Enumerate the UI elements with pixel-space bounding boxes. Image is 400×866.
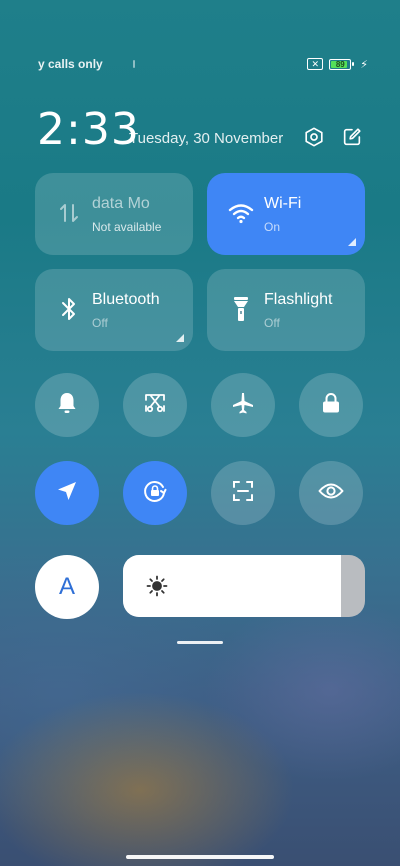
battery-level: 89 <box>335 59 345 69</box>
airplane-icon <box>231 391 255 420</box>
location-arrow-icon <box>56 480 78 507</box>
rotation-lock-icon <box>142 478 168 509</box>
tile-wifi-status: On <box>264 220 281 234</box>
status-icons: ✕ 89 ⚡ <box>307 58 368 71</box>
carrier-text: y calls only <box>38 57 103 71</box>
toggle-scanner[interactable] <box>211 461 275 525</box>
clock-time: 2:33 <box>37 104 140 155</box>
brightness-slider[interactable] <box>123 555 365 617</box>
toggle-lock-screen[interactable] <box>299 373 363 437</box>
home-indicator[interactable] <box>126 855 274 859</box>
tile-bluetooth-title: Bluetooth <box>92 291 160 308</box>
edit-icon[interactable] <box>340 125 364 149</box>
tile-wifi[interactable]: Wi-Fi On <box>207 173 365 255</box>
expand-corner-icon[interactable] <box>176 334 184 342</box>
eye-icon <box>318 482 344 505</box>
bell-icon <box>56 391 78 420</box>
toggle-silent[interactable] <box>35 373 99 437</box>
toggle-airplane-mode[interactable] <box>211 373 275 437</box>
sun-icon <box>145 574 169 598</box>
expand-corner-icon[interactable] <box>348 238 356 246</box>
auto-brightness-button[interactable]: A <box>35 555 99 619</box>
flashlight-icon <box>227 295 255 323</box>
bolt-icon: ⚡ <box>360 58 368 71</box>
status-bar: y calls only ✕ 89 ⚡ <box>38 54 368 74</box>
tile-wifi-title: Wi-Fi <box>264 195 302 212</box>
toggle-location[interactable] <box>35 461 99 525</box>
toggle-rotation-lock[interactable] <box>123 461 187 525</box>
battery-icon: 89 <box>329 58 355 70</box>
tile-flashlight-title: Flashlight <box>264 291 333 308</box>
tile-flashlight[interactable]: Flashlight Off <box>207 269 365 351</box>
scan-icon <box>231 479 255 508</box>
auto-brightness-label: A <box>58 573 75 600</box>
sim-card-icon: ✕ <box>307 58 324 70</box>
tile-bluetooth-status: Off <box>92 316 108 330</box>
settings-icon[interactable] <box>302 125 326 149</box>
tile-mobile-data-status: Not available <box>92 220 162 234</box>
wifi-icon <box>227 199 255 227</box>
lock-icon <box>321 392 341 419</box>
tile-mobile-data-title: data Mo <box>92 195 150 212</box>
toggle-screenshot[interactable] <box>123 373 187 437</box>
toggle-reading-mode[interactable] <box>299 461 363 525</box>
tile-flashlight-status: Off <box>264 316 280 330</box>
panel-drag-handle[interactable] <box>177 641 223 644</box>
screenshot-scissors-icon <box>143 391 167 420</box>
tile-bluetooth[interactable]: Bluetooth Off <box>35 269 193 351</box>
bluetooth-icon <box>55 295 83 323</box>
date-text: Tuesday, 30 November <box>129 130 284 147</box>
signal-separator <box>132 60 135 68</box>
tile-mobile-data[interactable]: data Mo Not available <box>35 173 193 255</box>
mobile-data-icon <box>55 199 83 227</box>
